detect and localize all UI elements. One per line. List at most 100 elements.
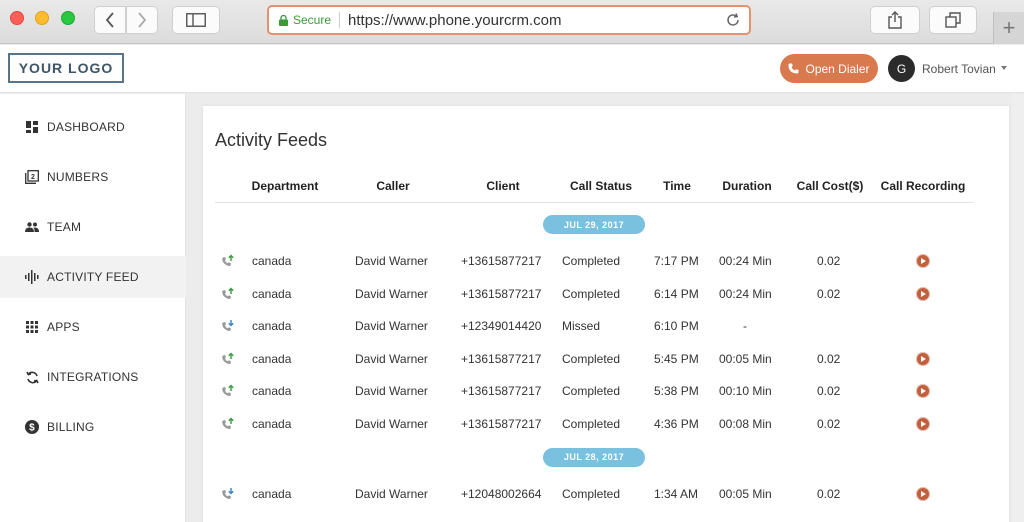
incoming-call-icon: [221, 487, 235, 501]
cost-cell: 0.02: [817, 417, 841, 431]
department-cell: canada: [252, 417, 292, 431]
client-cell: +13615877217: [461, 351, 542, 366]
address-bar[interactable]: Secure https://www.phone.yourcrm.com: [267, 5, 751, 35]
caller-cell: David Warner: [355, 254, 428, 268]
cost-cell: 0.02: [817, 351, 841, 366]
time-cell: 7:17 PM: [654, 254, 699, 268]
time-cell: 4:36 PM: [654, 417, 699, 431]
lock-icon: [279, 14, 288, 26]
chevron-down-icon[interactable]: [1001, 66, 1007, 70]
duration-cell: 00:08 Min: [719, 417, 772, 431]
time-cell: 6:14 PM: [654, 286, 699, 301]
avatar[interactable]: G: [888, 55, 915, 82]
department-cell: canada: [252, 286, 292, 301]
table-row[interactable]: canada David Warner +13615877217 Completed 4…: [203, 409, 1009, 439]
back-button[interactable]: [94, 6, 126, 34]
caller-cell: David Warner: [355, 286, 428, 301]
sidebar-icon: [186, 13, 206, 27]
apps-icon: [24, 319, 40, 335]
play-recording-icon[interactable]: [916, 486, 930, 501]
integrations-icon: [24, 369, 40, 385]
table-row[interactable]: canada David Warner +13615877217 Completed 6…: [203, 279, 1009, 309]
table-row[interactable]: canada David Warner +13615877217 Completed 5…: [203, 376, 1009, 406]
time-cell: 5:38 PM: [654, 384, 699, 399]
column-header-call-status: Call Status: [569, 179, 632, 193]
chevron-right-icon: [138, 12, 147, 28]
duration-cell: 00:10 Min: [719, 384, 772, 399]
sidebar-item-billing[interactable]: $ BILLING: [0, 406, 186, 448]
department-cell: canada: [252, 486, 292, 501]
forward-button[interactable]: [126, 6, 158, 34]
client-cell: +13615877217: [461, 254, 542, 268]
tab-overview-button[interactable]: [929, 6, 977, 34]
url-text[interactable]: https://www.phone.yourcrm.com: [348, 12, 561, 29]
sidebar: DASHBOARD 2 NUMBERS TEAM ACTIVITY FEED A…: [0, 94, 186, 522]
share-icon: [888, 11, 902, 29]
sidebar-item-activity-feed[interactable]: ACTIVITY FEED: [0, 256, 186, 298]
client-cell: +12349014420: [461, 319, 542, 334]
play-recording-icon[interactable]: [916, 286, 930, 301]
sidebar-item-team[interactable]: TEAM: [0, 206, 186, 248]
sidebar-toggle-button[interactable]: [172, 6, 220, 34]
status-cell: Completed: [562, 384, 621, 399]
time-cell: 6:10 PM: [654, 319, 699, 334]
status-cell: Missed: [562, 319, 601, 334]
table-row[interactable]: canada David Warner +12048002664 Completed 1…: [203, 479, 1009, 509]
cost-cell: 0.02: [817, 486, 841, 501]
column-header-call-cost: Call Cost($): [796, 179, 864, 193]
minimize-window-button[interactable]: [35, 11, 49, 25]
table-row[interactable]: canada David Warner +12349014420 Missed 6:10…: [203, 311, 1009, 341]
team-icon: [24, 219, 40, 235]
status-cell: Completed: [562, 486, 621, 501]
duration-cell: 00:24 Min: [719, 286, 772, 301]
scrollbar-track[interactable]: [1012, 94, 1024, 522]
play-recording-icon[interactable]: [916, 254, 930, 268]
duration-cell: 00:05 Min: [719, 351, 772, 366]
time-cell: 5:45 PM: [654, 351, 699, 366]
sidebar-item-dashboard[interactable]: DASHBOARD: [0, 106, 186, 148]
column-header-department: Department: [251, 179, 319, 193]
logo[interactable]: YOUR LOGO: [8, 53, 124, 83]
sidebar-item-label: NUMBERS: [47, 170, 109, 184]
status-cell: Completed: [562, 417, 621, 431]
numbers-icon: 2: [24, 169, 40, 185]
sidebar-item-apps[interactable]: APPS: [0, 306, 186, 348]
client-cell: +13615877217: [461, 384, 542, 399]
open-dialer-button[interactable]: Open Dialer: [780, 54, 878, 83]
url-divider: [339, 12, 341, 28]
play-recording-icon[interactable]: [916, 417, 930, 431]
status-cell: Completed: [562, 351, 621, 366]
activity-feed-card: Activity Feeds Department Caller Client …: [203, 106, 1009, 522]
sidebar-item-label: BILLING: [47, 420, 95, 434]
user-name[interactable]: Robert Tovian: [922, 62, 996, 76]
sidebar-item-numbers[interactable]: 2 NUMBERS: [0, 156, 186, 198]
play-recording-icon[interactable]: [916, 351, 930, 366]
chevron-left-icon: [105, 12, 114, 28]
client-cell: +13615877217: [461, 286, 542, 301]
maximize-window-button[interactable]: [61, 11, 75, 25]
outgoing-call-icon: [221, 417, 235, 431]
table-row[interactable]: canada David Warner +13615877217 Completed 5…: [203, 344, 1009, 374]
status-cell: Completed: [562, 286, 621, 301]
svg-text:$: $: [29, 423, 35, 434]
date-group-badge: JUL 28, 2017: [543, 447, 645, 467]
close-window-button[interactable]: [10, 11, 24, 25]
outgoing-call-icon: [221, 254, 235, 268]
cost-cell: 0.02: [817, 254, 841, 268]
share-button[interactable]: [870, 6, 920, 34]
open-dialer-label: Open Dialer: [805, 61, 870, 76]
app-header: YOUR LOGO Open Dialer G Robert Tovian: [0, 45, 1024, 93]
play-recording-icon[interactable]: [916, 384, 930, 399]
outgoing-call-icon: [221, 384, 235, 398]
sidebar-item-label: TEAM: [47, 220, 82, 234]
table-row[interactable]: canada David Warner +13615877217 Completed 7…: [203, 246, 1009, 276]
reload-icon[interactable]: [725, 12, 741, 28]
column-header-client: Client: [486, 179, 520, 193]
outgoing-call-icon: [221, 287, 235, 301]
cost-cell: 0.02: [817, 286, 841, 301]
department-cell: canada: [252, 254, 292, 268]
browser-toolbar: Secure https://www.phone.yourcrm.com +: [0, 0, 1024, 44]
new-tab-button[interactable]: +: [993, 12, 1024, 44]
caller-cell: David Warner: [355, 417, 428, 431]
sidebar-item-integrations[interactable]: INTEGRATIONS: [0, 356, 186, 398]
